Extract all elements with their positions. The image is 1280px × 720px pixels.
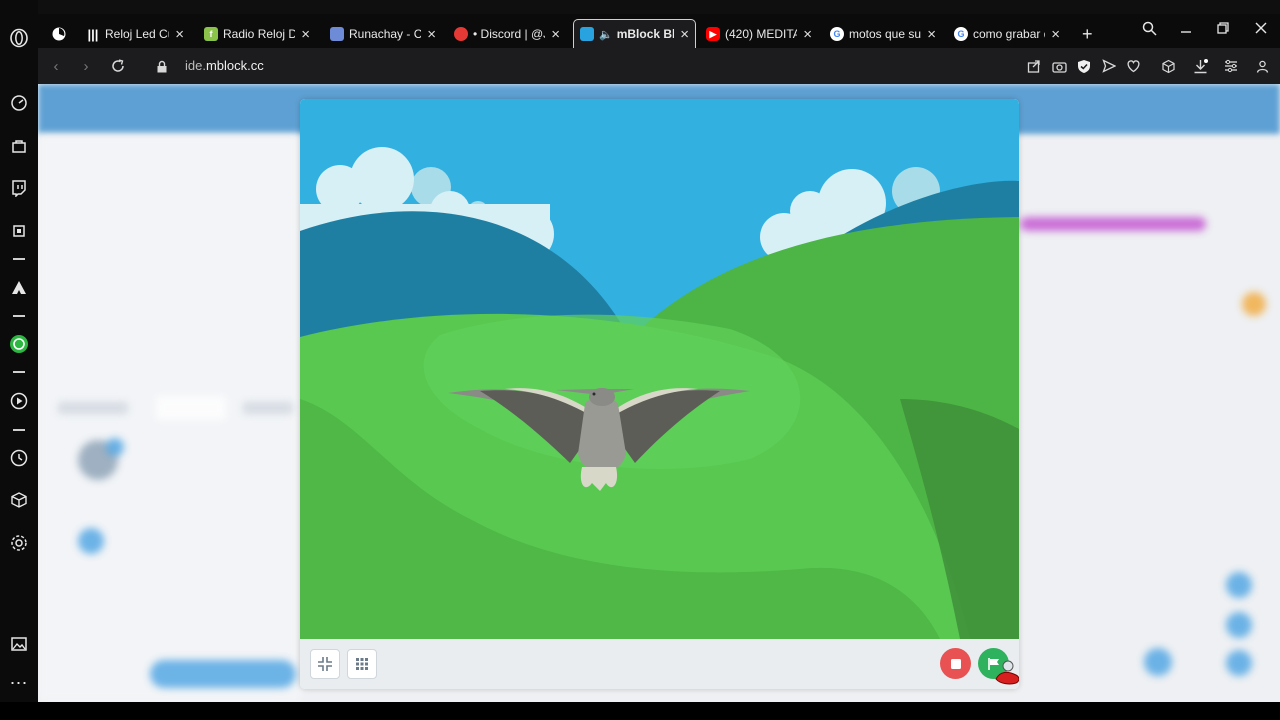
speed-dial-icon[interactable] — [9, 93, 29, 113]
google-icon: G — [954, 27, 968, 41]
url-field[interactable]: ide.mblock.cc — [185, 58, 264, 73]
send-icon[interactable] — [1100, 57, 1118, 75]
downloads-icon[interactable] — [1191, 57, 1209, 75]
blurred-zoom-in — [1226, 572, 1252, 598]
close-tab-icon[interactable]: × — [301, 27, 310, 42]
shield-icon[interactable] — [1075, 57, 1093, 75]
back-icon[interactable]: ‹ — [46, 56, 66, 76]
stage-canvas[interactable] — [300, 99, 1019, 639]
google-icon: G — [830, 27, 844, 41]
tab-discord[interactable]: • Discord | @JF × — [448, 20, 566, 48]
close-tab-icon[interactable]: × — [175, 27, 184, 42]
grid-icon — [356, 658, 368, 670]
aria-icon[interactable] — [9, 278, 29, 298]
sidebar-separator — [13, 371, 25, 373]
tab-reloj-led-cubo[interactable]: ||| Reloj Led Cubo × — [80, 20, 190, 48]
whatsapp-icon[interactable] — [9, 334, 29, 354]
shrink-icon — [318, 657, 332, 671]
extensions-cube-icon[interactable] — [9, 490, 29, 510]
blurred-zoom-out — [1226, 612, 1252, 638]
blurred-tab — [58, 402, 128, 414]
url-domain: mblock.cc — [205, 58, 264, 73]
tab-title: como grabar d — [973, 27, 1046, 41]
youtube-icon: ▶ — [706, 27, 720, 41]
mblock-icon — [580, 27, 594, 41]
tab-radio-reloj[interactable]: f Radio Reloj De × — [198, 20, 316, 48]
easy-setup-icon[interactable] — [1222, 57, 1240, 75]
stop-icon — [950, 658, 961, 669]
tab-title: Runachay - Co — [349, 27, 422, 41]
browser-sidebar: ⋯ — [0, 0, 38, 702]
close-tab-icon[interactable]: × — [927, 27, 936, 42]
tab-title: mBlock Blo — [616, 27, 675, 41]
stage-controls-bar — [300, 639, 1019, 689]
twitch-icon[interactable] — [9, 178, 29, 198]
tab-title: • Discord | @JF — [473, 27, 545, 41]
blurred-block — [1020, 217, 1206, 231]
blurred-tab — [243, 402, 293, 414]
tab-title: motos que sue — [849, 27, 922, 41]
lock-icon[interactable] — [152, 56, 172, 76]
screen: ⋯ ||| Reloj Led Cubo × f Radio Reloj De … — [0, 0, 1280, 720]
history-icon[interactable] — [9, 448, 29, 468]
close-tab-icon[interactable]: × — [680, 27, 689, 42]
close-tab-icon[interactable]: × — [427, 27, 436, 42]
window-icon — [330, 27, 344, 41]
sidebar-separator — [13, 315, 25, 317]
profile-icon[interactable] — [1253, 57, 1271, 75]
tab-youtube[interactable]: ▶ (420) MEDITAC × — [700, 20, 818, 48]
player-icon[interactable] — [9, 391, 29, 411]
blurred-fab — [1144, 648, 1172, 676]
blurred-add-button — [78, 528, 104, 554]
shopping-icon[interactable] — [9, 136, 29, 156]
bars-icon: ||| — [87, 26, 99, 42]
close-window-icon[interactable] — [1251, 18, 1271, 38]
url-host: ide. — [185, 58, 206, 73]
close-tab-icon[interactable]: × — [803, 27, 812, 42]
share-icon[interactable] — [1025, 57, 1043, 75]
mouse-cursor-icon — [995, 660, 1019, 685]
grid-view-button[interactable] — [347, 649, 377, 679]
shrink-stage-button[interactable] — [310, 649, 340, 679]
letterbox-bottom — [0, 702, 1280, 720]
tab-google-grabar[interactable]: G como grabar d × — [948, 20, 1066, 48]
minimize-icon[interactable] — [1176, 18, 1196, 38]
forward-icon[interactable]: › — [76, 56, 96, 76]
workspace-icon[interactable] — [46, 20, 74, 48]
tab-search-icon[interactable] — [1139, 18, 1159, 38]
new-tab-button[interactable]: + — [1076, 20, 1100, 48]
tab-strip: ||| Reloj Led Cubo × f Radio Reloj De × … — [38, 14, 1280, 48]
stop-button[interactable] — [940, 648, 971, 679]
blurred-tab — [156, 396, 226, 420]
reload-icon[interactable] — [108, 56, 128, 76]
extensions-icon[interactable] — [1159, 57, 1177, 75]
sidebar-separator — [13, 429, 25, 431]
close-tab-icon[interactable]: × — [551, 27, 560, 42]
close-tab-icon[interactable]: × — [1051, 27, 1060, 42]
restore-icon[interactable] — [1213, 18, 1233, 38]
tab-runachay[interactable]: Runachay - Co × — [324, 20, 442, 48]
camera-icon[interactable] — [1050, 57, 1068, 75]
tab-title: (420) MEDITAC — [725, 27, 798, 41]
speaker-icon[interactable]: 🔈 — [599, 28, 613, 41]
blurred-orange-dot — [1242, 292, 1266, 316]
tab-google-motos[interactable]: G motos que sue × — [824, 20, 942, 48]
letter-f-icon: f — [204, 27, 218, 41]
tab-title: Radio Reloj De — [223, 27, 296, 41]
blurred-badge — [106, 438, 124, 456]
opera-logo-icon[interactable] — [9, 28, 29, 48]
sidebar-separator — [13, 258, 25, 260]
gallery-icon[interactable] — [9, 634, 29, 654]
heart-icon[interactable] — [1124, 57, 1142, 75]
stage-fullscreen — [300, 99, 1019, 689]
more-dots-icon[interactable]: ⋯ — [9, 673, 29, 693]
address-bar: ‹ › ide.mblock.cc — [38, 48, 1280, 84]
blurred-button — [150, 660, 296, 688]
settings-gear-icon[interactable] — [9, 533, 29, 553]
tab-title: Reloj Led Cubo — [105, 27, 169, 41]
blurred-zoom-reset — [1226, 650, 1252, 676]
chip-icon[interactable] — [9, 221, 29, 241]
tab-mblock[interactable]: 🔈 mBlock Blo × — [573, 19, 696, 48]
chrome-icon — [454, 27, 468, 41]
